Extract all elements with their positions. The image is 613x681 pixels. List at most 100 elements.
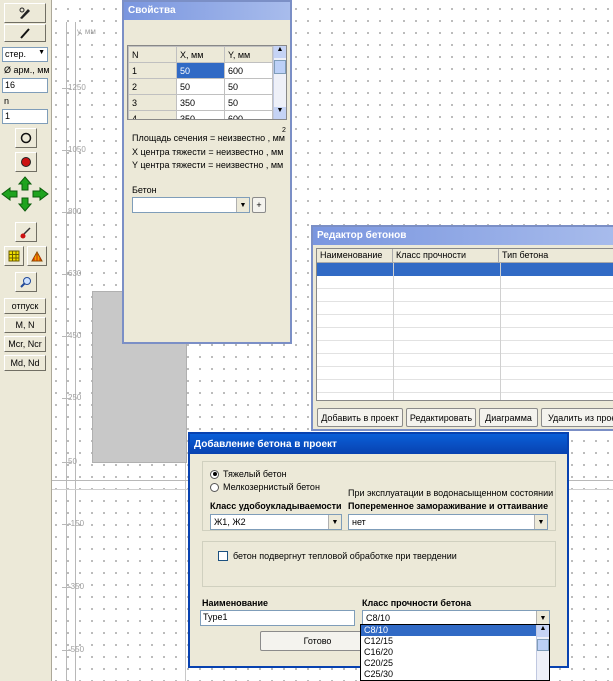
table-row[interactable]: 4 350 600 xyxy=(128,110,273,119)
diameter-input[interactable]: 16 xyxy=(2,78,48,93)
dropdown-option-selected[interactable]: C8/10 xyxy=(361,625,549,636)
concrete-list[interactable]: Наименование Класс прочности Тип бетона xyxy=(316,248,613,401)
grid-toggle-button[interactable] xyxy=(4,246,24,266)
column-header[interactable]: Тип бетона xyxy=(499,249,613,262)
grid-icon xyxy=(8,250,20,262)
dropdown-option[interactable]: C25/30 xyxy=(361,669,549,680)
y-tick-mark xyxy=(62,650,71,651)
column-header[interactable]: Y, мм xyxy=(224,46,273,63)
rebar-mode-select[interactable]: стер. ▼ xyxy=(2,47,48,62)
table-row[interactable]: 1 50 600 xyxy=(128,62,273,79)
diameter-label: Ø арм., мм xyxy=(4,65,50,75)
radio-heavy-concrete[interactable]: Тяжелый бетон xyxy=(210,469,287,479)
release-button[interactable]: отпуск xyxy=(4,298,46,314)
stress-diagram-button[interactable] xyxy=(27,246,47,266)
move-arrows-pad[interactable] xyxy=(1,176,49,212)
radio-label: Мелкозернистый бетон xyxy=(223,482,320,492)
circle-tool-button[interactable] xyxy=(15,128,37,148)
left-toolbar: стер. ▼ Ø арм., мм 16 n 1 отпуск M, N Mc… xyxy=(0,0,52,681)
column-divider xyxy=(500,263,501,400)
dropdown-option[interactable]: C16/20 xyxy=(361,647,549,658)
radio-fine-concrete[interactable]: Мелкозернистый бетон xyxy=(210,482,320,492)
y-tick-mark xyxy=(62,462,71,463)
list-item[interactable] xyxy=(317,328,613,341)
window-title: Редактор бетонов xyxy=(317,230,407,241)
dialog-titlebar[interactable]: Добавление бетона в проект xyxy=(190,434,567,454)
row-number: 2 xyxy=(128,78,177,95)
edit-button[interactable]: Редактировать xyxy=(406,408,476,427)
y-cell[interactable]: 50 xyxy=(224,78,273,95)
column-header[interactable]: X, мм xyxy=(176,46,225,63)
properties-titlebar[interactable]: Свойства xyxy=(124,2,290,20)
scroll-up-icon[interactable]: ▲ xyxy=(537,625,549,637)
diagram-icon xyxy=(31,250,43,262)
y-cell[interactable]: 600 xyxy=(224,110,273,119)
done-button[interactable]: Готово xyxy=(260,631,375,651)
strength-dropdown-list[interactable]: C8/10 C12/15 C16/20 C20/25 C25/30 ▲ xyxy=(360,624,550,681)
column-header[interactable]: Класс прочности xyxy=(393,249,499,262)
row-number: 4 xyxy=(128,110,177,119)
x-cell[interactable]: 350 xyxy=(176,94,225,111)
scroll-down-icon[interactable]: ▼ xyxy=(274,107,286,119)
scroll-thumb[interactable] xyxy=(274,60,286,74)
freeze-select[interactable]: нет ▼ xyxy=(348,514,548,530)
selected-row[interactable] xyxy=(317,263,613,276)
delete-from-project-button[interactable]: Удалить из прое xyxy=(541,408,613,427)
dropdown-option[interactable]: C20/25 xyxy=(361,658,549,669)
pen-tool-button[interactable] xyxy=(4,3,46,23)
x-cell[interactable]: 50 xyxy=(176,78,225,95)
md-nd-button[interactable]: Md, Nd xyxy=(4,355,46,371)
workability-label: Класс удобоукладываемости xyxy=(210,501,342,511)
dropdown-option[interactable]: C12/15 xyxy=(361,636,549,647)
brush-icon xyxy=(20,227,31,239)
draw-rebar-button[interactable] xyxy=(15,222,37,242)
x-cell[interactable]: 350 xyxy=(176,110,225,119)
concrete-select[interactable]: ▼ xyxy=(132,197,250,213)
list-item[interactable] xyxy=(317,315,613,328)
list-header: Наименование Класс прочности Тип бетона xyxy=(317,249,613,263)
scroll-thumb[interactable] xyxy=(537,639,549,651)
y-tick-mark xyxy=(62,336,71,337)
rebar-point-button[interactable] xyxy=(15,152,37,172)
chevron-down-icon: ▼ xyxy=(536,611,549,625)
mcr-ncr-button[interactable]: Mcr, Ncr xyxy=(4,336,46,352)
window-title: Свойства xyxy=(128,5,176,16)
y-cell[interactable]: 50 xyxy=(224,94,273,111)
workability-select[interactable]: Ж1, Ж2 ▼ xyxy=(210,514,342,530)
axis-label: y, мм xyxy=(77,27,96,36)
mn-button[interactable]: M, N xyxy=(4,317,46,333)
list-item[interactable] xyxy=(317,354,613,367)
heat-treatment-group xyxy=(202,541,556,587)
list-item[interactable] xyxy=(317,276,613,289)
table-row[interactable]: 2 50 50 xyxy=(128,78,273,95)
list-item[interactable] xyxy=(317,380,613,393)
dropdown-scrollbar[interactable]: ▲ xyxy=(536,625,549,680)
list-item[interactable] xyxy=(317,367,613,380)
column-header[interactable]: Наименование xyxy=(317,249,393,262)
list-item[interactable] xyxy=(317,341,613,354)
list-item[interactable] xyxy=(317,289,613,302)
zoom-button[interactable] xyxy=(15,272,37,292)
line-tool-button[interactable] xyxy=(4,24,46,42)
table-scrollbar[interactable]: ▲ ▼ xyxy=(273,46,286,119)
x-cell[interactable]: 50 xyxy=(176,62,225,79)
diagram-button[interactable]: Диаграмма xyxy=(479,408,538,427)
workability-value: Ж1, Ж2 xyxy=(214,517,246,527)
heat-treatment-checkbox[interactable]: бетон подвергнут тепловой обработке при … xyxy=(218,551,457,561)
column-header[interactable]: N xyxy=(128,46,177,63)
name-input[interactable]: Type1 xyxy=(200,610,355,626)
list-item[interactable] xyxy=(317,302,613,315)
scroll-up-icon[interactable]: ▲ xyxy=(274,46,286,58)
y-cell[interactable]: 600 xyxy=(224,62,273,79)
table-row[interactable]: 3 350 50 xyxy=(128,94,273,111)
circle-icon xyxy=(20,132,32,144)
pen-icon xyxy=(19,7,30,19)
add-concrete-button[interactable]: + xyxy=(252,197,266,213)
window-title: Добавление бетона в проект xyxy=(194,439,337,450)
editor-titlebar[interactable]: Редактор бетонов xyxy=(313,227,613,245)
rebar-icon xyxy=(21,157,31,167)
chevron-down-icon: ▼ xyxy=(38,49,45,56)
n-input[interactable]: 1 xyxy=(2,109,48,124)
radio-empty-icon xyxy=(210,482,219,492)
add-to-project-button[interactable]: Добавить в проект xyxy=(317,408,403,427)
